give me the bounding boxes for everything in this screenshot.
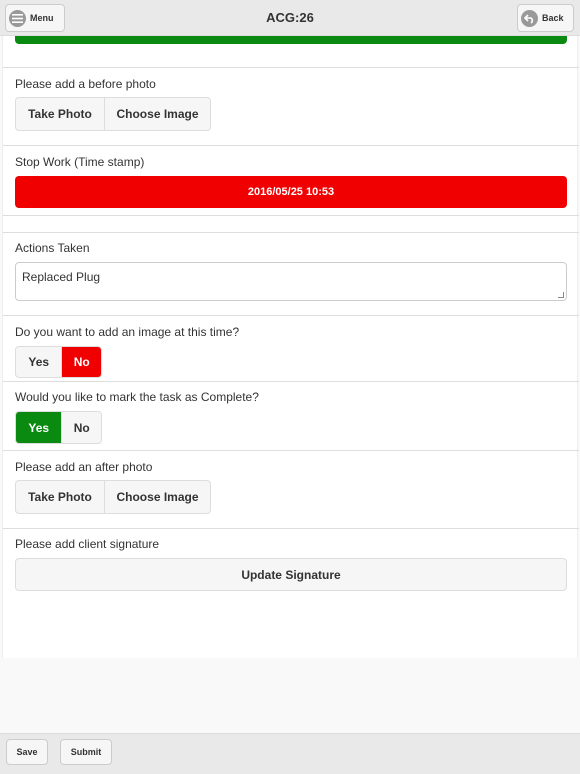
after-photo-label: Please add an after photo xyxy=(15,460,153,474)
mark-complete-yes-button[interactable]: Yes xyxy=(16,412,62,443)
add-image-yes-button[interactable]: Yes xyxy=(16,347,61,377)
before-choose-image-button[interactable]: Choose Image xyxy=(104,98,210,130)
page-title: ACG:26 xyxy=(266,10,314,25)
before-take-photo-button[interactable]: Take Photo xyxy=(16,98,104,130)
divider xyxy=(3,381,579,382)
stop-work-timestamp-button[interactable]: 2016/05/25 10:53 xyxy=(15,176,567,208)
mark-complete-toggle: Yes No xyxy=(15,411,102,444)
header-bar: Menu ACG:26 Back xyxy=(0,0,580,36)
divider xyxy=(3,450,579,451)
add-image-label: Do you want to add an image at this time… xyxy=(15,325,240,339)
actions-taken-textarea[interactable]: Replaced Plug xyxy=(15,262,567,301)
add-image-no-button[interactable]: No xyxy=(61,347,101,377)
divider xyxy=(3,315,579,316)
divider xyxy=(3,232,579,233)
task-form: Please add a before photo Take Photo Cho… xyxy=(2,36,579,658)
footer-bar: Save Submit xyxy=(0,733,580,774)
divider xyxy=(3,145,579,146)
progress-bar xyxy=(15,36,567,44)
divider xyxy=(3,215,579,216)
mark-complete-label: Would you like to mark the task as Compl… xyxy=(15,390,259,404)
after-photo-buttons: Take Photo Choose Image xyxy=(15,480,211,514)
after-take-photo-button[interactable]: Take Photo xyxy=(16,481,104,513)
mark-complete-no-button[interactable]: No xyxy=(61,412,101,443)
actions-taken-label: Actions Taken xyxy=(15,241,90,255)
divider xyxy=(3,528,579,529)
resize-handle-icon[interactable] xyxy=(558,292,564,298)
submit-button[interactable]: Submit xyxy=(60,739,112,765)
before-photo-label: Please add a before photo xyxy=(15,77,156,91)
after-choose-image-button[interactable]: Choose Image xyxy=(104,481,210,513)
update-signature-button[interactable]: Update Signature xyxy=(15,558,567,591)
back-arrow-icon xyxy=(521,9,538,27)
add-image-toggle: Yes No xyxy=(15,346,102,378)
back-button-label: Back xyxy=(542,13,564,23)
signature-label: Please add client signature xyxy=(15,537,160,551)
back-button[interactable]: Back xyxy=(517,4,574,32)
save-button[interactable]: Save xyxy=(6,739,48,765)
divider xyxy=(3,67,579,68)
stop-work-label: Stop Work (Time stamp) xyxy=(15,155,145,169)
actions-taken-value: Replaced Plug xyxy=(22,270,101,284)
before-photo-buttons: Take Photo Choose Image xyxy=(15,97,211,131)
